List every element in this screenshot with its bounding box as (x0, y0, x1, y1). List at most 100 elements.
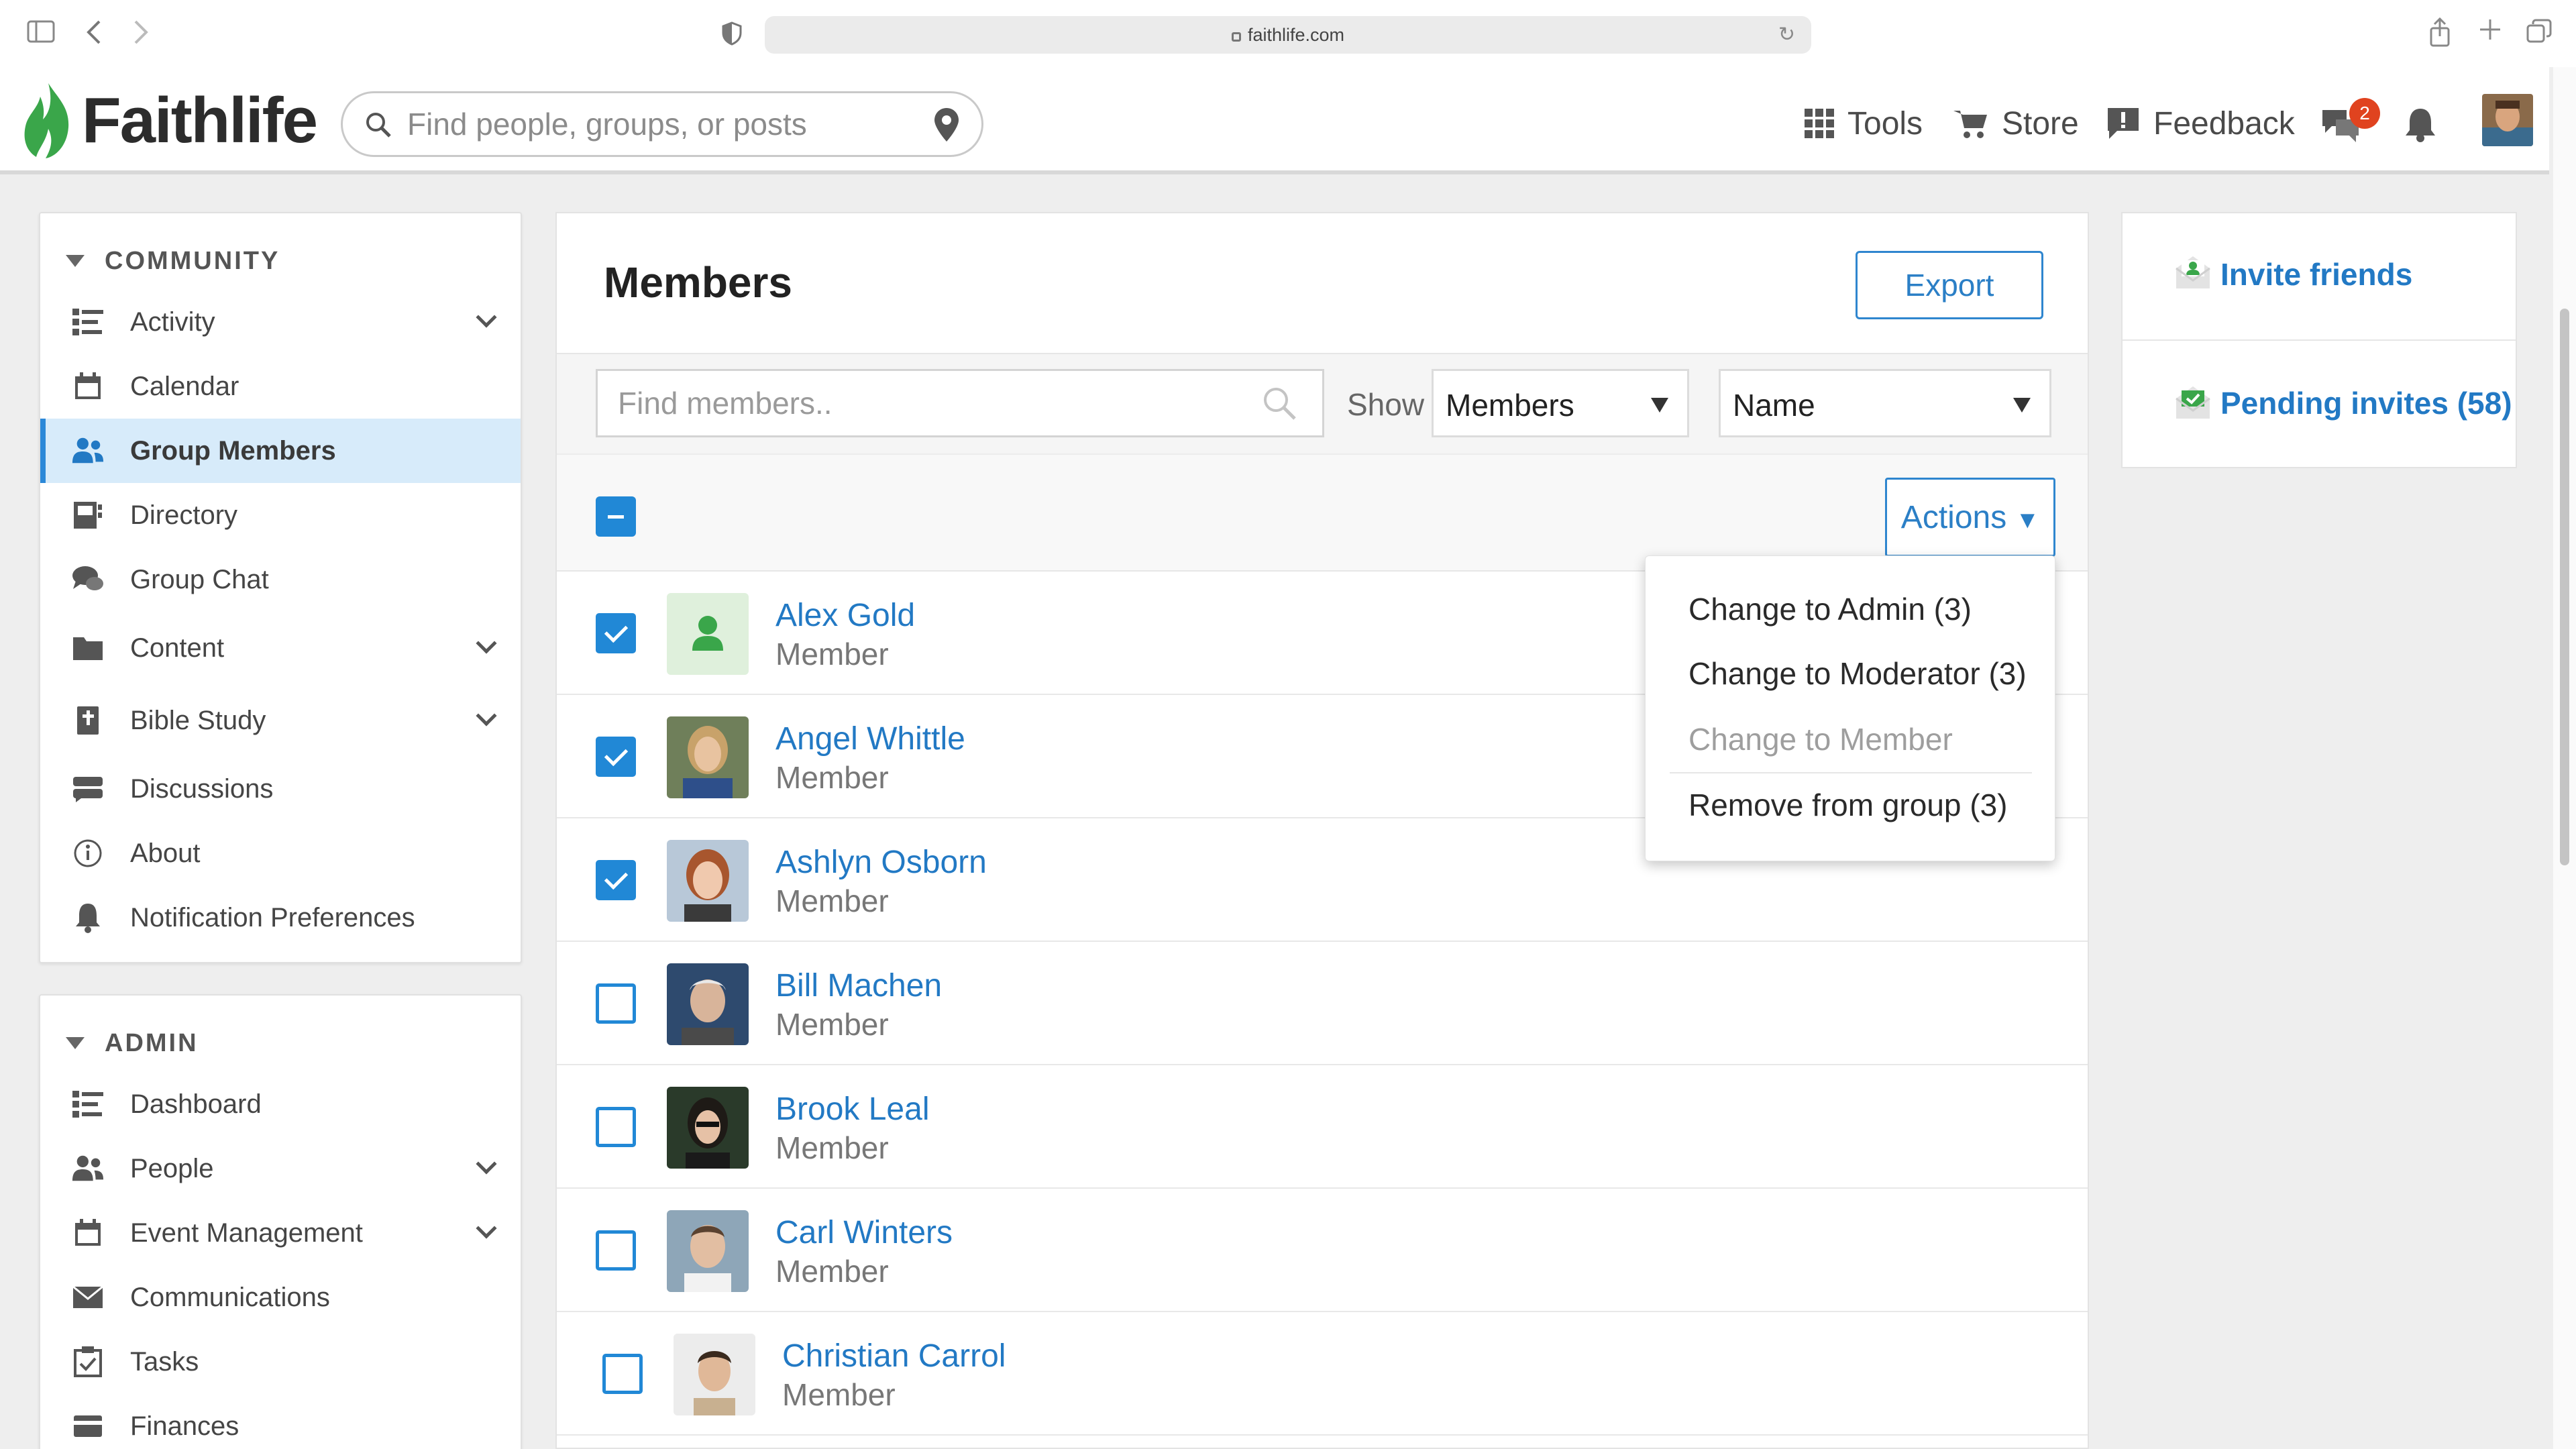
member-name-link[interactable]: Christian Carrol (782, 1338, 1006, 1375)
share-icon[interactable] (2428, 17, 2451, 52)
address-bar[interactable]: faithlife.com ↻ (765, 16, 1811, 54)
reload-icon[interactable]: ↻ (1778, 16, 1795, 54)
sidebar-item-label: Notification Preferences (130, 902, 415, 932)
chevron-down-icon[interactable] (476, 1153, 497, 1175)
table-row[interactable]: Christian Carrol Member (557, 1312, 2088, 1436)
new-tab-icon[interactable] (2478, 17, 2502, 46)
scrollbar-thumb[interactable] (2560, 309, 2569, 865)
table-row[interactable]: Carl Winters Member (557, 1189, 2088, 1312)
sidebar-item-activity[interactable]: Activity (40, 290, 521, 354)
row-checkbox[interactable] (596, 1107, 636, 1147)
activity-icon (71, 305, 105, 339)
avatar[interactable] (667, 1087, 749, 1169)
sidebar-item-dashboard[interactable]: Dashboard (40, 1072, 521, 1136)
select-all-checkbox[interactable] (596, 496, 636, 537)
info-icon (71, 837, 105, 870)
avatar[interactable] (667, 840, 749, 922)
show-label: Show (1347, 387, 1425, 422)
sidebar-item-directory[interactable]: Directory (40, 483, 521, 547)
sidebar-item-communications[interactable]: Communications (40, 1265, 521, 1330)
member-name-link[interactable]: Brook Leal (775, 1091, 929, 1128)
sidebar-item-label: Communications (130, 1282, 330, 1312)
chevron-down-icon[interactable] (476, 307, 497, 328)
table-row[interactable]: Bill Machen Member (557, 942, 2088, 1065)
avatar[interactable] (667, 716, 749, 798)
sidebar-item-discussions[interactable]: Discussions (40, 757, 521, 821)
menu-item-change-to-moderator[interactable]: Change to Moderator (3) (1688, 655, 2027, 692)
row-checkbox[interactable] (596, 737, 636, 777)
collapse-caret-icon[interactable] (66, 255, 85, 267)
sidebar-item-label: Dashboard (130, 1089, 262, 1119)
sidebar-item-notification-preferences[interactable]: Notification Preferences (40, 885, 521, 950)
admin-nav-card: ADMIN Dashboard People Event Management … (39, 994, 522, 1449)
row-checkbox[interactable] (602, 1354, 643, 1394)
location-pin-icon[interactable] (933, 107, 960, 143)
show-select[interactable]: Members (1432, 369, 1689, 437)
sidebar-item-content[interactable]: Content (40, 616, 521, 680)
user-avatar[interactable] (2482, 94, 2533, 146)
collapse-caret-icon[interactable] (66, 1037, 85, 1049)
nav-store-label: Store (2002, 105, 2079, 142)
row-checkbox[interactable] (596, 1230, 636, 1271)
nav-feedback[interactable]: Feedback (2106, 97, 2295, 150)
table-row[interactable]: Brook Leal Member (557, 1065, 2088, 1189)
browser-toolbar: faithlife.com ↻ (0, 0, 2576, 67)
pending-invites-link[interactable]: Pending invites (58) (2220, 385, 2512, 421)
sidebar-item-label: Discussions (130, 773, 274, 804)
sort-select[interactable]: Name (1719, 369, 2051, 437)
menu-item-change-to-admin[interactable]: Change to Admin (3) (1688, 591, 1972, 627)
avatar[interactable] (667, 1210, 749, 1292)
chevron-down-icon[interactable] (476, 633, 497, 654)
chevron-down-icon[interactable] (476, 705, 497, 727)
pending-invites-icon (2176, 386, 2210, 419)
row-checkbox[interactable] (596, 860, 636, 900)
tab-overview-icon[interactable] (2526, 19, 2552, 48)
member-name-link[interactable]: Carl Winters (775, 1214, 953, 1251)
member-name-link[interactable]: Ashlyn Osborn (775, 844, 987, 881)
messages-badge: 2 (2349, 98, 2380, 129)
chevron-down-icon[interactable] (476, 1218, 497, 1239)
global-search[interactable] (341, 91, 983, 157)
nav-store[interactable]: Store (1953, 97, 2079, 150)
sidebar-item-calendar[interactable]: Calendar (40, 354, 521, 419)
actions-button[interactable]: Actions ▼ (1885, 478, 2055, 557)
invite-friends-link[interactable]: Invite friends (2220, 256, 2412, 292)
faithlife-logo[interactable]: Faithlife (21, 80, 318, 161)
find-members-input[interactable] (596, 369, 1324, 437)
member-role: Member (775, 760, 889, 795)
member-name-link[interactable]: Angel Whittle (775, 720, 965, 757)
member-name-link[interactable]: Bill Machen (775, 967, 942, 1004)
menu-item-remove-from-group[interactable]: Remove from group (3) (1688, 787, 2008, 823)
nav-tools[interactable]: Tools (1805, 97, 1923, 150)
member-name-link[interactable]: Alex Gold (775, 597, 915, 634)
chat-icon (71, 563, 105, 596)
forward-icon[interactable] (133, 19, 149, 50)
sidebar-item-tasks[interactable]: Tasks (40, 1330, 521, 1394)
row-checkbox[interactable] (596, 613, 636, 653)
dashboard-icon (71, 1087, 105, 1121)
logo-text: Faithlife (82, 85, 318, 156)
privacy-shield-icon[interactable] (722, 21, 742, 50)
sidebar-item-people[interactable]: People (40, 1136, 521, 1201)
sidebar-item-label: About (130, 838, 201, 868)
show-select-value: Members (1446, 388, 1574, 423)
avatar[interactable] (667, 963, 749, 1045)
sidebar-item-about[interactable]: About (40, 821, 521, 885)
sidebar-item-bible-study[interactable]: Bible Study (40, 688, 521, 753)
sidebar-item-group-members[interactable]: Group Members (40, 419, 521, 483)
default-avatar-icon[interactable] (667, 593, 749, 675)
search-input[interactable] (407, 93, 917, 155)
export-button[interactable]: Export (1856, 251, 2043, 319)
sidebar-item-finances[interactable]: Finances (40, 1394, 521, 1449)
sidebar-item-event-management[interactable]: Event Management (40, 1201, 521, 1265)
row-checkbox[interactable] (596, 983, 636, 1024)
actions-dropdown-menu: Change to Admin (3) Change to Moderator … (1645, 555, 2055, 861)
sidebar-item-group-chat[interactable]: Group Chat (40, 547, 521, 612)
filter-bar: Show Members Name (557, 353, 2088, 453)
sidebar-toggle-icon[interactable] (27, 20, 55, 48)
tasks-icon (71, 1345, 105, 1379)
avatar[interactable] (674, 1334, 755, 1415)
bell-icon[interactable] (2404, 106, 2436, 142)
search-icon[interactable] (1261, 385, 1297, 421)
back-icon[interactable] (86, 19, 102, 50)
